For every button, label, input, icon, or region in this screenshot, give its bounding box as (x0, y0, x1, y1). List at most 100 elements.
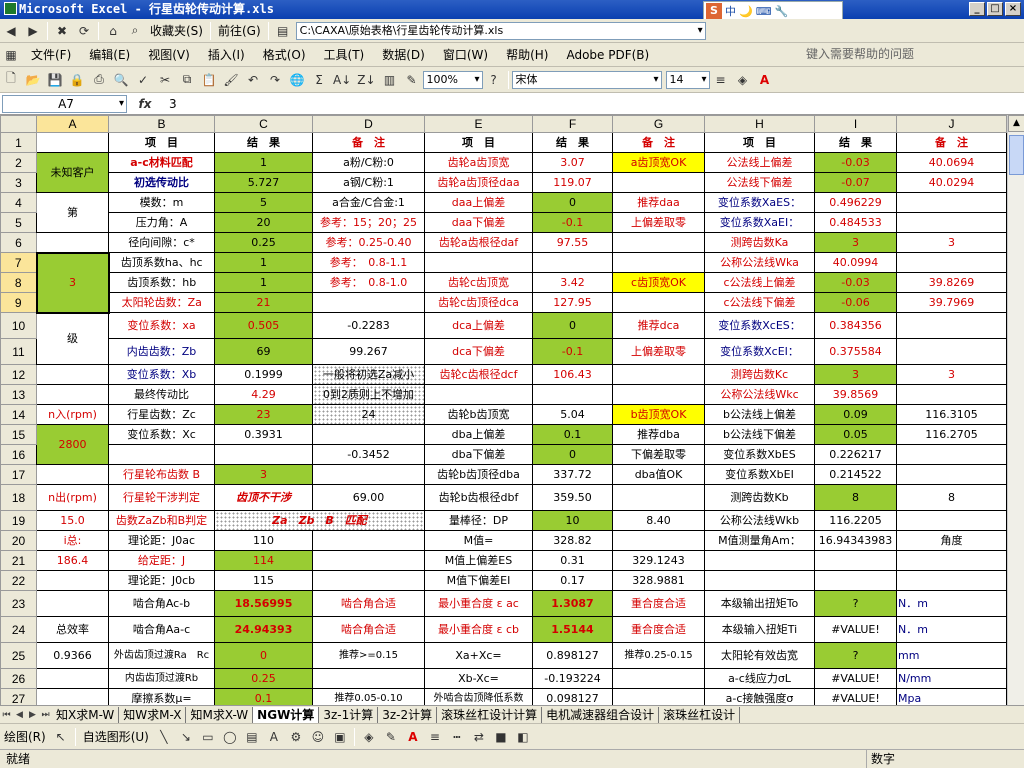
cell[interactable]: 0.1999 (214, 364, 313, 385)
cell[interactable] (612, 530, 705, 551)
cell[interactable]: M值上偏差ES (424, 550, 533, 571)
cell[interactable]: 变位系数XaEI： (704, 212, 815, 233)
row-header[interactable]: 8 (0, 272, 37, 293)
moon-icon[interactable]: 🌙 (739, 5, 753, 18)
cell[interactable]: 理论距：J0cb (108, 570, 215, 591)
cell[interactable]: b公法线上偏差 (704, 404, 815, 425)
cell[interactable]: 本级输出扭矩To (704, 590, 815, 617)
cell[interactable] (612, 688, 705, 705)
cell[interactable]: 齿轮b齿根径dbf (424, 484, 533, 511)
cell[interactable]: 1 (214, 252, 313, 273)
fill-color-icon[interactable]: ◈ (733, 70, 753, 90)
cell[interactable]: 127.95 (532, 292, 613, 313)
draw-menu[interactable]: 绘图(R) (4, 728, 46, 745)
cell[interactable]: 变位系数XbEI (704, 464, 815, 485)
cell[interactable]: 0.214522 (814, 464, 897, 485)
cell[interactable]: 啮合角Ac-b (108, 590, 215, 617)
save-icon[interactable]: 💾 (45, 70, 65, 90)
cell[interactable] (36, 232, 109, 253)
cell[interactable]: #VALUE! (814, 668, 897, 689)
keyboard-icon[interactable]: ⌨ (756, 5, 772, 18)
col-header-e[interactable]: E (424, 115, 533, 133)
cell[interactable]: 齿轮b齿顶径dba (424, 464, 533, 485)
cell[interactable]: 24.94393 (214, 616, 313, 643)
cell[interactable] (36, 464, 109, 485)
cell[interactable]: 3 (814, 364, 897, 385)
clipart-icon[interactable]: ☺ (308, 727, 328, 747)
sort-asc-icon[interactable]: A↓ (331, 70, 353, 90)
arrow-style-icon[interactable]: ⇄ (469, 727, 489, 747)
cell[interactable]: 测跨齿数Ka (704, 232, 815, 253)
row-header[interactable]: 11 (0, 338, 37, 365)
row-header[interactable]: 5 (0, 212, 37, 233)
cell[interactable]: 内齿齿数：Zb (108, 338, 215, 365)
sheet-tab[interactable]: 知X求M-W (52, 706, 120, 723)
cell[interactable]: 结 果 (814, 132, 897, 153)
cell[interactable]: 齿顶系数ha、hc (108, 252, 215, 273)
menu-tools[interactable]: 工具(T) (324, 46, 365, 63)
row-header[interactable]: 27 (0, 688, 37, 705)
cell[interactable]: 8 (814, 484, 897, 511)
cell-ji[interactable]: 级 (36, 312, 109, 365)
sheet-tab[interactable]: 知M求X-W (186, 706, 254, 723)
cell[interactable]: 4.29 (214, 384, 313, 405)
cell[interactable]: 齿轮c齿根径dcf (424, 364, 533, 385)
cell[interactable]: 114 (214, 550, 313, 571)
cell[interactable]: 0.098127 (532, 688, 613, 705)
row-header[interactable]: 16 (0, 444, 37, 465)
cell[interactable]: #VALUE! (814, 616, 897, 643)
cell[interactable]: 0.226217 (814, 444, 897, 465)
cell[interactable]: 参考： 0.8-1.1 (312, 252, 425, 273)
shadow-icon[interactable]: ■ (491, 727, 511, 747)
cell[interactable]: 公称公法线Wkb (704, 510, 815, 531)
cell[interactable]: 110 (214, 530, 313, 551)
cell[interactable]: 上偏差取零 (612, 212, 705, 233)
drawing-icon[interactable]: ✎ (402, 70, 422, 90)
cell[interactable]: 公法线上偏差 (704, 152, 815, 173)
cell[interactable]: -0.03 (814, 272, 897, 293)
row-header[interactable]: 3 (0, 172, 37, 193)
cell[interactable]: 推荐dca (612, 312, 705, 339)
cell[interactable] (424, 384, 533, 405)
cell[interactable] (704, 550, 815, 571)
cell[interactable]: 0.25 (214, 668, 313, 689)
cell[interactable]: 10 (532, 510, 613, 531)
cell[interactable]: 角度 (896, 530, 1007, 551)
cell[interactable]: 公法线下偏差 (704, 172, 815, 193)
cell[interactable]: 太阳轮齿数：Za (108, 292, 215, 313)
minimize-button[interactable]: _ (969, 2, 985, 16)
cell[interactable]: ? (814, 642, 897, 669)
menu-format[interactable]: 格式(O) (263, 46, 306, 63)
cell[interactable]: a合金/C合金:1 (312, 192, 425, 213)
sheet-tab[interactable]: 知W求M-X (119, 706, 187, 723)
cell[interactable]: 齿轮b齿顶宽 (424, 404, 533, 425)
cell[interactable]: 备 注 (312, 132, 425, 153)
cell[interactable]: 变位系数：Xb (108, 364, 215, 385)
autosum-icon[interactable]: Σ (309, 70, 329, 90)
back-icon[interactable]: ◀ (1, 21, 21, 41)
cell[interactable] (612, 668, 705, 689)
cell[interactable]: M值下偏差EI (424, 570, 533, 591)
cell[interactable]: 项 目 (704, 132, 815, 153)
cell[interactable]: 行星齿数：Zc (108, 404, 215, 425)
cell[interactable] (312, 530, 425, 551)
cell[interactable]: 行星轮布齿数 B (108, 464, 215, 485)
cell[interactable]: 模数：m (108, 192, 215, 213)
sogou-icon[interactable]: S (706, 3, 722, 19)
cell[interactable]: 齿轮a齿顶径daa (424, 172, 533, 193)
goto-menu[interactable]: 前往(G) (218, 22, 261, 39)
cell[interactable]: daa上偏差 (424, 192, 533, 213)
cell[interactable]: 内齿齿顶过渡Rb (108, 668, 215, 689)
cell[interactable]: 备 注 (896, 132, 1007, 153)
cell[interactable]: 推荐0.25-0.15 (612, 642, 705, 669)
cell[interactable] (312, 464, 425, 485)
cell[interactable]: Mpa (896, 688, 1007, 705)
cell[interactable]: -0.193224 (532, 668, 613, 689)
cell[interactable]: b公法线下偏差 (704, 424, 815, 445)
cell[interactable]: dca上偏差 (424, 312, 533, 339)
cell[interactable]: 0.375584 (814, 338, 897, 365)
cell[interactable] (612, 384, 705, 405)
ime-toolbar[interactable]: S 中 🌙 ⌨ 🔧 (703, 1, 843, 21)
cell-n-out-label[interactable]: n出(rpm) (36, 484, 109, 511)
cell[interactable]: 116.2205 (814, 510, 897, 531)
